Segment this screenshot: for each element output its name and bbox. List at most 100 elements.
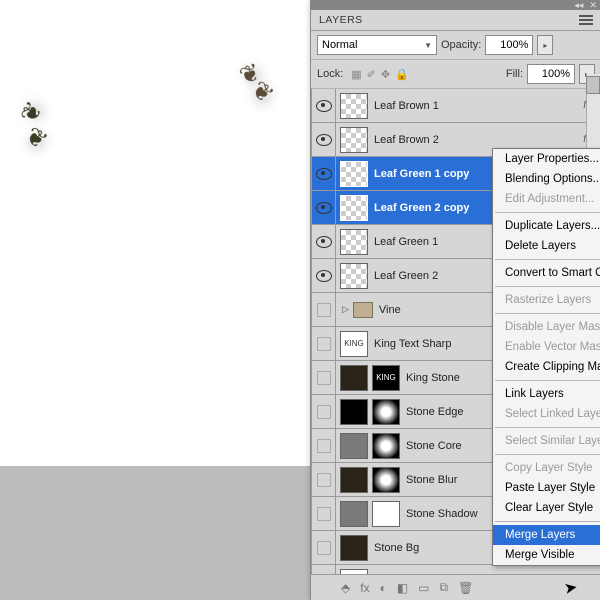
layer-thumbnail[interactable] [340, 263, 368, 289]
visibility-toggle[interactable] [312, 361, 336, 394]
layer-thumbnail[interactable] [340, 365, 368, 391]
visibility-toggle[interactable] [312, 157, 336, 190]
visibility-toggle[interactable] [312, 259, 336, 292]
fill-input[interactable]: 100% [527, 64, 575, 84]
layer-thumbnail[interactable] [340, 161, 368, 187]
menu-separator [495, 521, 600, 522]
menu-separator [495, 454, 600, 455]
footer-icon[interactable]: ◐ [380, 581, 387, 595]
visibility-toggle[interactable] [312, 293, 336, 326]
layer-thumbnail[interactable]: KING [372, 365, 400, 391]
menu-item: Rasterize Layers [493, 290, 600, 310]
visibility-toggle[interactable] [312, 123, 336, 156]
layer-thumbnail[interactable] [372, 399, 400, 425]
empty-visibility-icon [317, 405, 331, 419]
visibility-toggle[interactable] [312, 327, 336, 360]
menu-separator [495, 380, 600, 381]
menu-item: Copy Layer Style [493, 458, 600, 478]
visibility-toggle[interactable] [312, 89, 336, 122]
menu-item[interactable]: Duplicate Layers... [493, 216, 600, 236]
layer-thumbnail[interactable] [340, 229, 368, 255]
chevron-down-icon: ▼ [424, 41, 432, 50]
layer-thumbnail[interactable] [340, 399, 368, 425]
menu-item: Select Linked Layers [493, 404, 600, 424]
layer-row[interactable]: Leaf Brown 1fx▾ [311, 89, 600, 123]
visibility-toggle[interactable] [312, 225, 336, 258]
menu-item[interactable]: Delete Layers [493, 236, 600, 256]
lock-all-icon[interactable]: 🔒 [395, 68, 409, 81]
footer-icon[interactable]: 🗑 [458, 581, 473, 595]
opacity-stepper[interactable]: ▸ [537, 35, 553, 55]
layer-thumbnail[interactable] [340, 501, 368, 527]
menu-item[interactable]: Paste Layer Style [493, 478, 600, 498]
menu-item[interactable]: Layer Properties... [493, 149, 600, 169]
opacity-input[interactable]: 100% [485, 35, 533, 55]
footer-icon[interactable]: ▭ [418, 581, 429, 595]
eye-icon [316, 100, 332, 112]
menu-item[interactable]: Create Clipping Mask [493, 357, 600, 377]
footer-icon[interactable]: ◧ [397, 581, 408, 595]
empty-visibility-icon [317, 337, 331, 351]
menu-separator [495, 286, 600, 287]
empty-visibility-icon [317, 507, 331, 521]
layer-thumbnail[interactable] [372, 467, 400, 493]
panel-menu-icon[interactable] [579, 15, 593, 25]
scrollbar-thumb[interactable] [586, 76, 600, 94]
visibility-toggle[interactable] [312, 429, 336, 462]
lock-transparent-icon[interactable]: ▦ [351, 68, 361, 81]
footer-icon[interactable]: fx [360, 581, 369, 595]
menu-separator [495, 427, 600, 428]
blend-mode-row: Normal ▼ Opacity: 100% ▸ [311, 31, 600, 60]
layer-thumbnail[interactable] [340, 195, 368, 221]
lock-position-icon[interactable]: ✥ [381, 68, 390, 81]
menu-item[interactable]: Clear Layer Style [493, 498, 600, 518]
lock-pixels-icon[interactable]: ✐ [367, 68, 376, 81]
empty-visibility-icon [317, 303, 331, 317]
menu-separator [495, 259, 600, 260]
menu-item: Edit Adjustment... [493, 189, 600, 209]
eye-icon [316, 270, 332, 282]
menu-separator [495, 212, 600, 213]
layer-thumbnail[interactable] [372, 433, 400, 459]
menu-separator [495, 313, 600, 314]
layer-thumbnail[interactable] [340, 433, 368, 459]
folder-icon [353, 302, 373, 318]
empty-visibility-icon [317, 473, 331, 487]
layer-thumbnail[interactable] [340, 127, 368, 153]
footer-icon[interactable]: ⧉ [440, 580, 449, 595]
menu-item[interactable]: Merge Visible [493, 545, 600, 565]
visibility-toggle[interactable] [312, 531, 336, 564]
menu-item[interactable]: Merge Layers [493, 525, 600, 545]
folder-disclosure-icon[interactable]: ▷ [342, 304, 349, 315]
blend-mode-value: Normal [322, 39, 357, 51]
menu-item[interactable]: Blending Options... [493, 169, 600, 189]
visibility-toggle[interactable] [312, 463, 336, 496]
menu-item: Disable Layer Mask [493, 317, 600, 337]
visibility-toggle[interactable] [312, 497, 336, 530]
footer-icon[interactable]: ⬘ [341, 581, 350, 595]
panel-title-row: LAYERS [311, 10, 600, 31]
blend-mode-select[interactable]: Normal ▼ [317, 35, 437, 55]
visibility-toggle[interactable] [312, 191, 336, 224]
close-icon[interactable]: ✕ [589, 0, 597, 11]
collapse-icon[interactable]: ◂◂ [574, 0, 583, 11]
empty-visibility-icon [317, 439, 331, 453]
empty-visibility-icon [317, 541, 331, 555]
layer-name[interactable]: Leaf Brown 2 [374, 134, 583, 146]
layer-thumbnail[interactable] [340, 467, 368, 493]
layer-thumbnail[interactable]: KING [340, 331, 368, 357]
layer-thumbnail[interactable] [340, 93, 368, 119]
eye-icon [316, 168, 332, 180]
menu-item: Enable Vector Mask [493, 337, 600, 357]
layer-thumbnail[interactable] [340, 535, 368, 561]
panel-title[interactable]: LAYERS [319, 14, 363, 26]
menu-item[interactable]: Link Layers [493, 384, 600, 404]
lock-icons[interactable]: ▦ ✐ ✥ 🔒 [351, 68, 409, 81]
layer-context-menu[interactable]: Layer Properties...Blending Options...Ed… [492, 148, 600, 566]
fill-label: Fill: [506, 68, 523, 80]
menu-item: Select Similar Layers [493, 431, 600, 451]
layer-thumbnail[interactable] [372, 501, 400, 527]
visibility-toggle[interactable] [312, 395, 336, 428]
layer-name[interactable]: Leaf Brown 1 [374, 100, 583, 112]
menu-item[interactable]: Convert to Smart Object [493, 263, 600, 283]
